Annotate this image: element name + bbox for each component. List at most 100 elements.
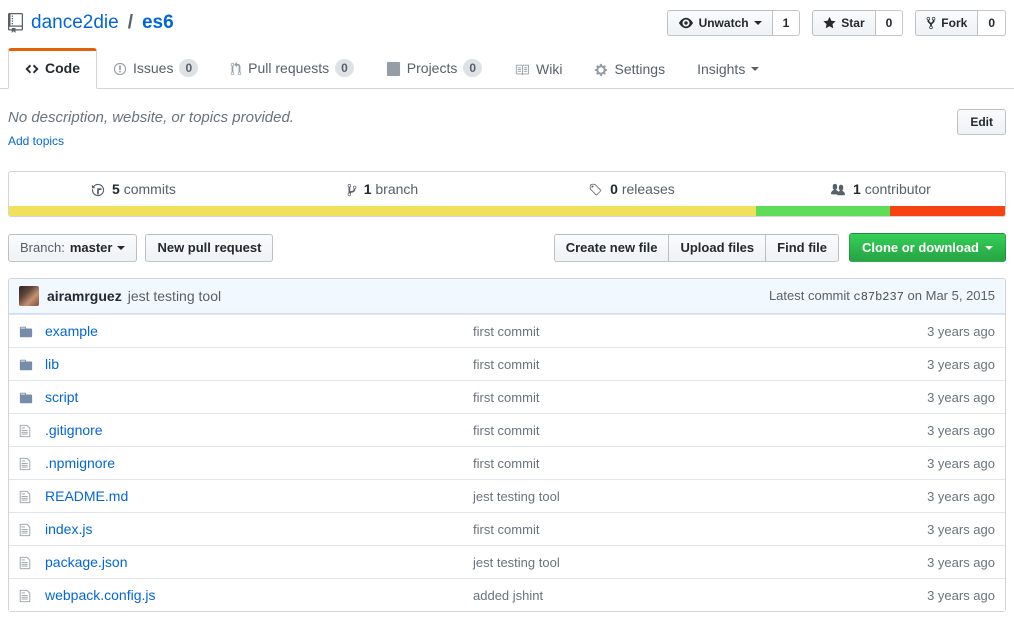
fork-icon <box>926 15 936 31</box>
issue-icon <box>113 60 127 76</box>
repo-description: No description, website, or topics provi… <box>8 109 294 126</box>
unwatch-button[interactable]: Unwatch <box>667 10 773 36</box>
folder-icon <box>19 389 45 405</box>
latest-commit-meta: Latest commit c87b237 on Mar 5, 2015 <box>769 288 995 304</box>
file-age: 3 years ago <box>845 423 995 438</box>
star-count[interactable]: 0 <box>876 10 904 36</box>
commit-author-link[interactable]: airamrguez <box>47 288 122 304</box>
repo-name-link[interactable]: es6 <box>142 8 174 38</box>
stat-branches[interactable]: 1 branch <box>258 172 507 206</box>
file-link[interactable]: .gitignore <box>45 422 473 438</box>
file-icon <box>19 422 45 438</box>
issues-count-badge: 0 <box>179 59 198 77</box>
fork-button[interactable]: Fork <box>915 10 978 36</box>
language-segment-red <box>890 206 1005 216</box>
tab-settings[interactable]: Settings <box>578 49 681 89</box>
commit-message-link[interactable]: first commit <box>473 522 845 537</box>
stat-commits[interactable]: 5 commits <box>9 172 258 206</box>
folder-icon <box>19 323 45 339</box>
watch-count[interactable]: 1 <box>773 10 801 36</box>
file-actions-group: Create new file Upload files Find file <box>554 234 839 262</box>
repo-actions: Unwatch 1 Star 0 Fork 0 <box>667 10 1006 36</box>
file-link[interactable]: .npmignore <box>45 455 473 471</box>
gear-icon <box>594 61 608 77</box>
file-navigation: Branch: master New pull request Create n… <box>8 233 1006 262</box>
stat-releases[interactable]: 0 releases <box>507 172 756 206</box>
tab-projects[interactable]: Projects 0 <box>370 47 498 89</box>
fork-group: Fork 0 <box>915 10 1006 36</box>
history-icon <box>91 181 105 197</box>
commit-message-link[interactable]: first commit <box>473 324 845 339</box>
file-age: 3 years ago <box>845 489 995 504</box>
edit-button[interactable]: Edit <box>957 109 1006 135</box>
file-age: 3 years ago <box>845 390 995 405</box>
new-pull-request-button[interactable]: New pull request <box>145 234 273 262</box>
file-link[interactable]: index.js <box>45 521 473 537</box>
projects-count-badge: 0 <box>463 59 482 77</box>
tab-wiki[interactable]: Wiki <box>498 49 578 89</box>
eye-icon <box>678 15 694 31</box>
commit-message-link[interactable]: jest testing tool <box>128 288 221 304</box>
table-row: index.js first commit 3 years ago <box>9 512 1005 545</box>
table-row: package.json jest testing tool 3 years a… <box>9 545 1005 578</box>
tab-pull-requests[interactable]: Pull requests 0 <box>214 47 370 89</box>
commit-sha-link[interactable]: c87b237 <box>854 290 904 304</box>
files-box: airamrguez jest testing tool Latest comm… <box>8 278 1006 612</box>
find-file-button[interactable]: Find file <box>765 234 839 262</box>
table-row: script first commit 3 years ago <box>9 380 1005 413</box>
file-link[interactable]: script <box>45 389 473 405</box>
tab-code[interactable]: Code <box>8 48 97 89</box>
tab-issues[interactable]: Issues 0 <box>97 47 214 89</box>
stat-contributors[interactable]: 1 contributor <box>756 172 1005 206</box>
repo-separator: / <box>128 8 133 38</box>
avatar[interactable] <box>19 286 39 306</box>
file-icon <box>19 488 45 504</box>
clone-or-download-button[interactable]: Clone or download <box>849 233 1006 262</box>
file-link[interactable]: README.md <box>45 488 473 504</box>
file-link[interactable]: package.json <box>45 554 473 570</box>
language-bar[interactable] <box>9 206 1005 216</box>
tag-icon <box>588 181 603 197</box>
file-link[interactable]: webpack.config.js <box>45 587 473 603</box>
watch-group: Unwatch 1 <box>667 10 801 36</box>
folder-icon <box>19 356 45 372</box>
star-group: Star 0 <box>812 10 903 36</box>
people-icon <box>830 181 846 197</box>
star-button[interactable]: Star <box>812 10 875 36</box>
latest-commit-bar: airamrguez jest testing tool Latest comm… <box>9 279 1005 314</box>
fork-count[interactable]: 0 <box>978 10 1006 36</box>
commit-message-link[interactable]: first commit <box>473 423 845 438</box>
caret-down-icon <box>751 67 759 75</box>
upload-files-button[interactable]: Upload files <box>668 234 766 262</box>
repo-title: dance2die / es6 <box>8 8 174 38</box>
commit-message-link[interactable]: jest testing tool <box>473 555 845 570</box>
pulls-count-badge: 0 <box>335 59 354 77</box>
commit-message-link[interactable]: first commit <box>473 456 845 471</box>
repo-owner-link[interactable]: dance2die <box>31 8 119 38</box>
commit-message-link[interactable]: added jshint <box>473 588 845 603</box>
file-icon <box>19 587 45 603</box>
branch-icon <box>347 181 357 197</box>
table-row: .npmignore first commit 3 years ago <box>9 446 1005 479</box>
commit-message-link[interactable]: jest testing tool <box>473 489 845 504</box>
branch-select-button[interactable]: Branch: master <box>8 234 137 262</box>
caret-down-icon <box>754 21 762 29</box>
pull-request-icon <box>230 60 242 76</box>
table-row: README.md jest testing tool 3 years ago <box>9 479 1005 512</box>
table-row: example first commit 3 years ago <box>9 314 1005 347</box>
language-segment-yellow <box>9 206 756 216</box>
file-link[interactable]: lib <box>45 356 473 372</box>
repo-nav: Code Issues 0 Pull requests 0 Projects 0… <box>0 47 1014 89</box>
commit-message-link[interactable]: first commit <box>473 357 845 372</box>
commit-message-link[interactable]: first commit <box>473 390 845 405</box>
project-icon <box>386 60 401 76</box>
add-topics-link[interactable]: Add topics <box>8 134 64 148</box>
book-icon <box>514 61 530 77</box>
language-segment-green <box>756 206 890 216</box>
file-link[interactable]: example <box>45 323 473 339</box>
create-new-file-button[interactable]: Create new file <box>554 234 670 262</box>
tab-insights[interactable]: Insights <box>681 49 775 89</box>
code-icon <box>25 60 39 76</box>
caret-down-icon <box>117 246 125 254</box>
table-row: lib first commit 3 years ago <box>9 347 1005 380</box>
